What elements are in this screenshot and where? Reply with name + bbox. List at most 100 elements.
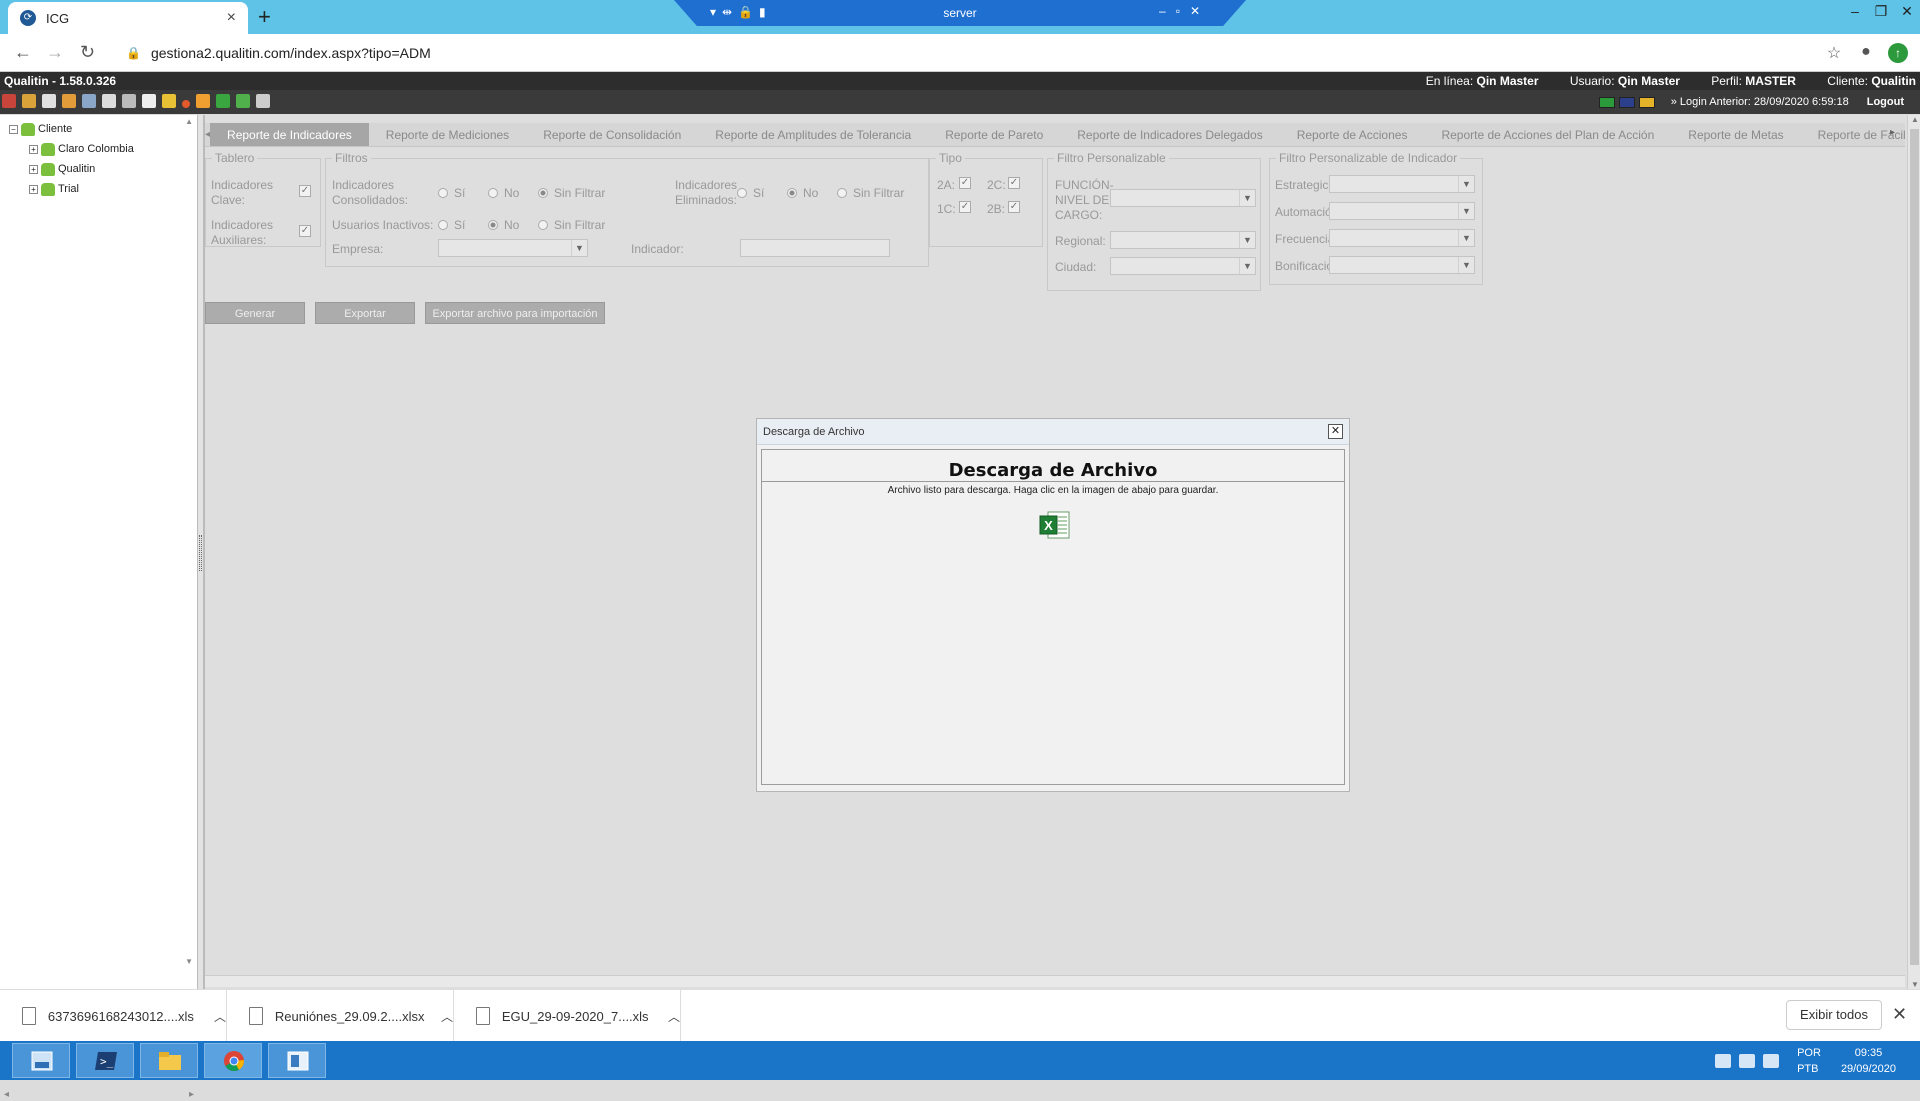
tool-doc-icon[interactable] (102, 93, 116, 108)
tabs-scroll-right-icon[interactable]: ▸ (1890, 127, 1895, 138)
main-vertical-scrollbar[interactable]: ▲ ▼ (1907, 115, 1920, 989)
tree-scroll-up-icon[interactable]: ▲ (185, 117, 193, 126)
tool-flag-icon[interactable] (216, 93, 230, 108)
flag-spain-icon[interactable] (1638, 96, 1655, 108)
taskbar-powershell[interactable]: >_ (76, 1043, 134, 1078)
forward-icon[interactable]: → (46, 42, 64, 63)
download-item-3[interactable]: EGU_29-09-2020_7....xls ︿ (454, 990, 681, 1042)
reload-icon[interactable]: ↻ (80, 42, 98, 63)
chevron-down-icon[interactable]: ▼ (1458, 176, 1474, 192)
chevron-down-icon[interactable]: ▼ (1458, 203, 1474, 219)
chevron-down-icon[interactable]: ▼ (1458, 257, 1474, 273)
scroll-down-icon[interactable]: ▼ (1908, 980, 1920, 989)
chevron-down-icon[interactable]: ▼ (1239, 258, 1255, 274)
main-horizontal-scrollbar[interactable] (205, 975, 1905, 987)
indicador-input[interactable] (740, 239, 890, 257)
restore-icon[interactable]: ❐ (1868, 3, 1894, 20)
tree-horizontal-scrollbar[interactable]: ◂ ▸ (4, 1087, 194, 1101)
back-icon[interactable]: ← (14, 42, 32, 63)
flag-brazil-icon[interactable] (1598, 96, 1615, 108)
indicadores-auxiliares-checkbox[interactable]: ✓ (299, 225, 311, 237)
chevron-up-icon[interactable]: ︿ (214, 1008, 226, 1025)
tab-reporte-plan-accion[interactable]: Reporte de Acciones del Plan de Acción (1424, 123, 1671, 146)
ciudad-select[interactable]: ▼ (1110, 257, 1256, 275)
funcion-nivel-cargo-select[interactable]: ▼ (1110, 189, 1256, 207)
tab-close-icon[interactable]: × (227, 9, 236, 27)
tab-reporte-mediciones[interactable]: Reporte de Mediciones (369, 123, 526, 146)
expand-icon[interactable]: + (29, 144, 38, 154)
inactivos-sin-filtrar-radio[interactable]: Sin Filtrar (538, 218, 605, 232)
eliminados-sin-filtrar-radio[interactable]: Sin Filtrar (837, 186, 904, 200)
exportar-button[interactable]: Exportar (315, 302, 415, 324)
taskbar-chrome[interactable] (204, 1043, 262, 1078)
chevron-down-icon[interactable]: ▼ (1239, 190, 1255, 206)
chevron-up-icon[interactable]: ︿ (668, 1008, 680, 1025)
tab-reporte-consolidacion[interactable]: Reporte de Consolidación (526, 123, 698, 146)
tipo-2b-checkbox[interactable]: ✓ (1008, 201, 1020, 213)
excel-file-icon[interactable]: X (1039, 510, 1071, 540)
tab-reporte-delegados[interactable]: Reporte de Indicadores Delegados (1060, 123, 1279, 146)
estrategico-select[interactable]: ▼ (1329, 175, 1475, 193)
download-item-2[interactable]: Reuniónes_29.09.2....xlsx ︿ (227, 990, 454, 1042)
chevron-down-icon[interactable]: ▼ (1458, 230, 1474, 246)
tab-reporte-indicadores[interactable]: Reporte de Indicadores (210, 123, 369, 146)
bonificacion-select[interactable]: ▼ (1329, 256, 1475, 274)
download-item-1[interactable]: 6373696168243012....xls ︿ (0, 990, 227, 1042)
lock-icon[interactable]: 🔒 (126, 46, 141, 60)
tree-node-qualitin[interactable]: + Qualitin (0, 159, 197, 179)
tool-shield-icon[interactable] (162, 93, 176, 108)
eliminados-no-radio[interactable]: No (787, 186, 818, 200)
tool-export-icon[interactable] (196, 93, 210, 108)
automacion-select[interactable]: ▼ (1329, 202, 1475, 220)
scroll-right-icon[interactable]: ▸ (189, 1089, 194, 1100)
consolidados-si-radio[interactable]: Sí (438, 186, 465, 200)
tree-node-claro[interactable]: + Claro Colombia (0, 139, 197, 159)
flag-uk-icon[interactable] (1618, 96, 1635, 108)
tree-node-trial[interactable]: + Trial (0, 179, 197, 199)
inactivos-si-radio[interactable]: Sí (438, 218, 465, 232)
scroll-up-icon[interactable]: ▲ (1908, 115, 1920, 124)
chevron-down-icon[interactable]: ▼ (1239, 232, 1255, 248)
expand-icon[interactable]: + (29, 164, 38, 174)
chevron-down-icon[interactable]: ▼ (571, 240, 587, 256)
tree-scroll-down-icon[interactable]: ▼ (185, 957, 193, 966)
extension-icon[interactable]: ↑ (1888, 42, 1908, 63)
tray-volume-icon[interactable] (1763, 1053, 1780, 1068)
rdp-window-controls[interactable]: –▫✕ (1159, 4, 1210, 18)
empresa-select[interactable]: ▼ (438, 239, 588, 257)
taskbar-server-manager[interactable] (12, 1043, 70, 1078)
minimize-icon[interactable]: – (1842, 3, 1868, 19)
logout-link[interactable]: Logout (1867, 96, 1904, 108)
indicadores-clave-checkbox[interactable]: ✓ (299, 185, 311, 197)
consolidados-sin-filtrar-radio[interactable]: Sin Filtrar (538, 186, 605, 200)
tab-reporte-amplitudes[interactable]: Reporte de Amplitudes de Tolerancia (698, 123, 928, 146)
tipo-2a-checkbox[interactable]: ✓ (959, 177, 971, 189)
tab-reporte-pareto[interactable]: Reporte de Pareto (928, 123, 1060, 146)
tool-tree-icon[interactable] (236, 93, 250, 108)
tool-hat-icon[interactable] (256, 93, 270, 108)
collapse-icon[interactable]: − (9, 124, 18, 134)
tipo-2c-checkbox[interactable]: ✓ (1008, 177, 1020, 189)
tool-users-icon[interactable] (2, 93, 16, 108)
tab-reporte-acciones[interactable]: Reporte de Acciones (1280, 123, 1425, 146)
url-field[interactable]: gestiona2.qualitin.com/index.aspx?tipo=A… (151, 45, 1824, 61)
expand-icon[interactable]: + (29, 184, 38, 194)
taskbar-file-explorer[interactable] (140, 1043, 198, 1078)
tree-node-root[interactable]: − Cliente (0, 119, 197, 139)
eliminados-si-radio[interactable]: Sí (737, 186, 764, 200)
chevron-up-icon[interactable]: ︿ (441, 1008, 453, 1025)
show-all-downloads-button[interactable]: Exibir todos (1786, 1000, 1882, 1030)
tipo-1c-checkbox[interactable]: ✓ (959, 201, 971, 213)
input-language[interactable]: POR PTB (1797, 1045, 1821, 1077)
dialog-close-icon[interactable]: ✕ (1328, 424, 1343, 439)
frecuencia-select[interactable]: ▼ (1329, 229, 1475, 247)
tab-reporte-metas[interactable]: Reporte de Metas (1671, 123, 1800, 146)
generar-button[interactable]: Generar (205, 302, 305, 324)
tool-book-icon[interactable] (142, 93, 156, 108)
consolidados-no-radio[interactable]: No (488, 186, 519, 200)
taskbar-app-window[interactable] (268, 1043, 326, 1078)
scroll-left-icon[interactable]: ◂ (4, 1089, 9, 1100)
exportar-importacion-button[interactable]: Exportar archivo para importación (425, 302, 605, 324)
inactivos-no-radio[interactable]: No (488, 218, 519, 232)
tool-print-icon[interactable] (122, 93, 136, 108)
